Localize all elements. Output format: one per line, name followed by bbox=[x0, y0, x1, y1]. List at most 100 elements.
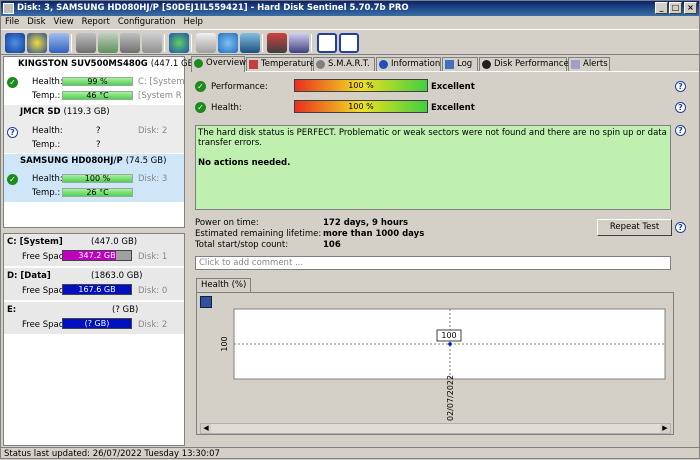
minimize-button[interactable]: _ bbox=[655, 2, 668, 14]
disk-size: (74.5 GB) bbox=[125, 156, 167, 166]
power-on-label: Power on time: bbox=[195, 218, 259, 228]
menu-disk[interactable]: Disk bbox=[23, 16, 49, 29]
remaining-lifetime-label: Estimated remaining lifetime: bbox=[195, 229, 322, 239]
power-on-value: 172 days, 9 hours bbox=[323, 218, 409, 228]
disk-item[interactable]: JMCR SD (119.3 GB) ? Health: ? Disk: 2 T… bbox=[4, 105, 184, 153]
health-bar: 100 % bbox=[62, 174, 133, 183]
panel-splitter[interactable] bbox=[186, 56, 190, 446]
tab-information[interactable]: Information bbox=[376, 57, 441, 71]
volume-size: (447.0 GB) bbox=[91, 237, 138, 247]
menu-help[interactable]: Help bbox=[180, 16, 207, 29]
tab-health-chart[interactable]: Health (%) bbox=[196, 278, 252, 292]
tab-disk-performance[interactable]: Disk Performance bbox=[479, 57, 569, 71]
health-label: Health: bbox=[32, 126, 63, 136]
disk-number-label: Disk: 3 bbox=[138, 174, 168, 184]
help-icon[interactable]: ? bbox=[675, 222, 686, 233]
help-icon[interactable] bbox=[317, 33, 337, 53]
volume-size: (1863.0 GB) bbox=[91, 271, 143, 281]
globe-icon[interactable] bbox=[169, 33, 189, 53]
menu-view[interactable]: View bbox=[50, 16, 78, 29]
comment-field[interactable]: Click to add comment ... bbox=[195, 256, 671, 270]
info-icon[interactable] bbox=[339, 33, 359, 53]
tab-log[interactable]: Log bbox=[442, 57, 478, 71]
volume-item[interactable]: D: [Data] (1863.0 GB) Free Space 167.6 G… bbox=[4, 268, 184, 301]
main-window: Disk: 3, SAMSUNG HD080HJ/P [S0DEJ1IL5594… bbox=[0, 0, 700, 459]
maximize-button[interactable]: □ bbox=[669, 2, 682, 14]
volume-disk-label: Disk: 0 bbox=[138, 286, 168, 296]
sync-icon[interactable] bbox=[218, 33, 238, 53]
health-value: ? bbox=[96, 126, 101, 136]
health-chart: 100 02/07/2022 100 bbox=[220, 308, 666, 421]
title-bar: Disk: 3, SAMSUNG HD080HJ/P [S0DEJ1IL5594… bbox=[1, 1, 699, 16]
help-icon[interactable]: ? bbox=[675, 102, 686, 113]
start-stop-label: Total start/stop count: bbox=[195, 240, 289, 250]
repeat-test-button[interactable]: Repeat Test bbox=[597, 219, 672, 236]
menu-configuration[interactable]: Configuration bbox=[114, 16, 180, 29]
report-icon[interactable] bbox=[196, 33, 216, 53]
data-label: 100 bbox=[441, 331, 456, 340]
free-space-bar: (? GB) bbox=[62, 318, 132, 329]
disk-item[interactable]: KINGSTON SUV500MS480G (447.1 GB) ✓ Healt… bbox=[4, 57, 197, 105]
disk-list: KINGSTON SUV500MS480G (447.1 GB) ✓ Healt… bbox=[3, 56, 197, 228]
settings-icon[interactable] bbox=[142, 33, 162, 53]
help-icon[interactable]: ? bbox=[675, 125, 686, 136]
disk-test-icon[interactable] bbox=[98, 33, 118, 53]
temp-label: Temp.: bbox=[32, 140, 61, 150]
tab-bar: Overview Temperature S.M.A.R.T. Informat… bbox=[191, 56, 699, 72]
data-point bbox=[448, 342, 452, 346]
refresh-icon[interactable] bbox=[5, 33, 25, 53]
health-chart-panel: 100 02/07/2022 100 ◀ ▶ bbox=[196, 292, 674, 435]
health-label: Health: bbox=[32, 77, 63, 87]
disk-volume-label: [System R bbox=[138, 91, 182, 101]
scroll-right-arrow[interactable]: ▶ bbox=[660, 424, 670, 433]
remaining-lifetime-value: more than 1000 days bbox=[323, 229, 425, 239]
volume-item[interactable]: E: (? GB) Free Space (? GB) Disk: 2 bbox=[4, 302, 184, 335]
health-label: Health: bbox=[211, 103, 242, 113]
disk-number-label: Disk: 2 bbox=[138, 126, 168, 136]
tab-temperature[interactable]: Temperature bbox=[246, 57, 315, 71]
surface-test-icon[interactable] bbox=[76, 33, 96, 53]
horizontal-scrollbar[interactable]: ◀ ▶ bbox=[200, 423, 671, 434]
free-space-bar: 167.6 GB bbox=[62, 284, 132, 295]
menu-bar: File Disk View Report Configuration Help bbox=[1, 16, 699, 29]
volume-name: C: [System] bbox=[7, 237, 63, 247]
disk-name: JMCR SD bbox=[20, 107, 61, 117]
temp-label: Temp.: bbox=[32, 91, 61, 101]
disk-view-icon[interactable] bbox=[49, 33, 69, 53]
disk-volume-label: C: [System bbox=[138, 77, 185, 87]
volume-disk-label: Disk: 2 bbox=[138, 320, 168, 330]
volume-list: C: [System] (447.0 GB) Free Space 347.2 … bbox=[3, 233, 185, 446]
app-icon bbox=[3, 3, 14, 14]
disk-item-selected[interactable]: SAMSUNG HD080HJ/P (74.5 GB) ✓ Health: 10… bbox=[4, 154, 184, 202]
tab-alerts[interactable]: Alerts bbox=[568, 57, 610, 71]
ok-status-icon: ✓ bbox=[7, 77, 18, 88]
health-rating: Excellent bbox=[431, 103, 475, 113]
status-bar: Status last updated: 26/07/2022 Tuesday … bbox=[1, 447, 699, 459]
disk-name: KINGSTON SUV500MS480G bbox=[18, 59, 148, 69]
toolbar bbox=[1, 29, 699, 55]
temp-bar: 46 °C bbox=[62, 91, 133, 100]
menu-report[interactable]: Report bbox=[78, 16, 114, 29]
volume-disk-label: Disk: 1 bbox=[138, 252, 168, 262]
volume-name: D: [Data] bbox=[7, 271, 51, 281]
ok-status-icon: ✓ bbox=[195, 102, 206, 113]
scroll-left-arrow[interactable]: ◀ bbox=[201, 424, 211, 433]
health-bar: 99 % bbox=[62, 77, 133, 86]
repair-icon[interactable] bbox=[120, 33, 140, 53]
tab-smart[interactable]: S.M.A.R.T. bbox=[313, 57, 375, 71]
monitor-icon[interactable] bbox=[289, 33, 309, 53]
performance-bar: 100 % bbox=[294, 79, 428, 92]
start-stop-value: 106 bbox=[323, 240, 341, 250]
volume-size: (? GB) bbox=[112, 305, 139, 315]
status-message: The hard disk status is PERFECT. Problem… bbox=[195, 125, 671, 210]
menu-file[interactable]: File bbox=[1, 16, 23, 29]
help-icon[interactable]: ? bbox=[675, 81, 686, 92]
ok-status-icon: ✓ bbox=[195, 81, 206, 92]
alert-icon[interactable] bbox=[27, 33, 47, 53]
tab-overview[interactable]: Overview bbox=[191, 56, 246, 72]
close-button[interactable]: × bbox=[684, 2, 697, 14]
stop-icon[interactable] bbox=[267, 33, 287, 53]
action-text: No actions needed. bbox=[198, 158, 291, 168]
send-report-icon[interactable] bbox=[240, 33, 260, 53]
volume-item[interactable]: C: [System] (447.0 GB) Free Space 347.2 … bbox=[4, 234, 184, 267]
